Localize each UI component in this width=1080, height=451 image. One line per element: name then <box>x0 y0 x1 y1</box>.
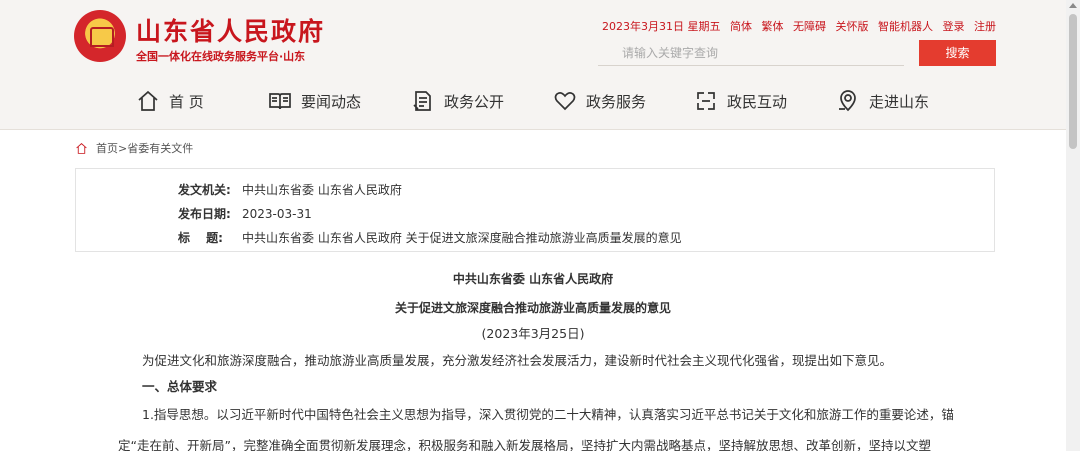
site-subtitle: 全国一体化在线政务服务平台·山东 <box>136 50 306 63</box>
interaction-icon <box>697 92 715 110</box>
document-icon <box>413 91 431 111</box>
link-care-mode[interactable]: 关怀版 <box>836 20 869 33</box>
article-heading-title: 关于促进文旅深度融合推动旅游业高质量发展的意见 <box>394 301 671 315</box>
nav-label: 首 页 <box>169 92 204 111</box>
location-icon <box>839 90 856 112</box>
scroll-up-arrow-icon[interactable] <box>1069 3 1077 8</box>
top-links: 2023年3月31日 星期五 简体 繁体 无障碍 关怀版 智能机器人 登录 注册 <box>602 18 996 34</box>
nav-label: 政务服务 <box>586 92 647 111</box>
heart-icon <box>554 92 576 111</box>
link-traditional[interactable]: 繁体 <box>762 20 784 33</box>
date-label: 发布日期: <box>178 207 231 221</box>
link-robot[interactable]: 智能机器人 <box>878 20 933 33</box>
article-paragraph: 1.指导思想。以习近平新时代中国特色社会主义思想为指导，深入贯彻党的二十大精神，… <box>142 407 954 422</box>
section-heading: 一、总体要求 <box>142 379 218 394</box>
site-header: 山东省人民政府 全国一体化在线政务服务平台·山东 2023年3月31日 星期五 … <box>0 0 1080 130</box>
article-date: (2023年3月25日) <box>481 326 585 341</box>
document-info-box: 发文机关: 中共山东省委 山东省人民政府 发布日期: 2023-03-31 标 题:… <box>75 168 995 252</box>
nav-home[interactable]: 首 页 <box>136 82 204 120</box>
nav-label: 政民互动 <box>727 92 788 111</box>
nav-label: 走进山东 <box>869 92 930 111</box>
search-button[interactable]: 搜索 <box>919 40 996 66</box>
nav-about-shandong[interactable]: 走进山东 <box>836 82 929 120</box>
book-icon <box>269 93 291 110</box>
scroll-thumb[interactable] <box>1069 14 1077 149</box>
breadcrumb: 首页>省委有关文件 <box>75 140 193 156</box>
info-title-row: 标 题: 中共山东省委 山东省人民政府 关于促进文旅深度融合推动旅游业高质量发展的… <box>178 229 682 246</box>
scrollbar[interactable] <box>1066 0 1080 451</box>
search-input[interactable] <box>598 40 904 66</box>
title-value: 中共山东省委 山东省人民政府 关于促进文旅深度融合推动旅游业高质量发展的意见 <box>242 231 682 245</box>
article-intro: 为促进文化和旅游深度融合，推动旅游业高质量发展，充分激发经济社会发展活力，建设新… <box>142 353 893 368</box>
nav-gov-affairs[interactable]: 政务公开 <box>411 82 504 120</box>
nav-label: 要闻动态 <box>301 92 362 111</box>
breadcrumb-text[interactable]: 首页>省委有关文件 <box>96 140 193 156</box>
link-login[interactable]: 登录 <box>943 20 965 33</box>
nav-label: 政务公开 <box>444 92 505 111</box>
site-title[interactable]: 山东省人民政府 <box>136 12 325 48</box>
link-accessibility[interactable]: 无障碍 <box>793 20 826 33</box>
nav-interaction[interactable]: 政民互动 <box>694 82 787 120</box>
date-value: 2023-03-31 <box>242 207 312 221</box>
link-register[interactable]: 注册 <box>974 20 996 33</box>
nav-news[interactable]: 要闻动态 <box>268 82 361 120</box>
home-icon <box>138 90 158 111</box>
national-emblem-logo[interactable] <box>74 10 126 62</box>
article-paragraph: 定“走在前、开新局”，完整准确全面贯彻新发展理念，积极服务和融入新发展格局，坚持… <box>118 438 931 451</box>
info-issuer-row: 发文机关: 中共山东省委 山东省人民政府 <box>178 181 402 198</box>
link-simplified[interactable]: 简体 <box>730 20 752 33</box>
issuer-label: 发文机关: <box>178 183 231 197</box>
info-date-row: 发布日期: 2023-03-31 <box>178 205 312 222</box>
home-icon[interactable] <box>75 142 88 155</box>
title-label: 标 题: <box>178 231 223 245</box>
current-date: 2023年3月31日 星期五 <box>602 20 721 33</box>
article-heading-issuer: 中共山东省委 山东省人民政府 <box>452 272 614 286</box>
issuer-value: 中共山东省委 山东省人民政府 <box>242 183 402 197</box>
main-nav: 首 页 要闻动态 政务公开 政务服务 政民互动 走进山东 <box>0 82 1080 120</box>
nav-gov-services[interactable]: 政务服务 <box>553 82 646 120</box>
